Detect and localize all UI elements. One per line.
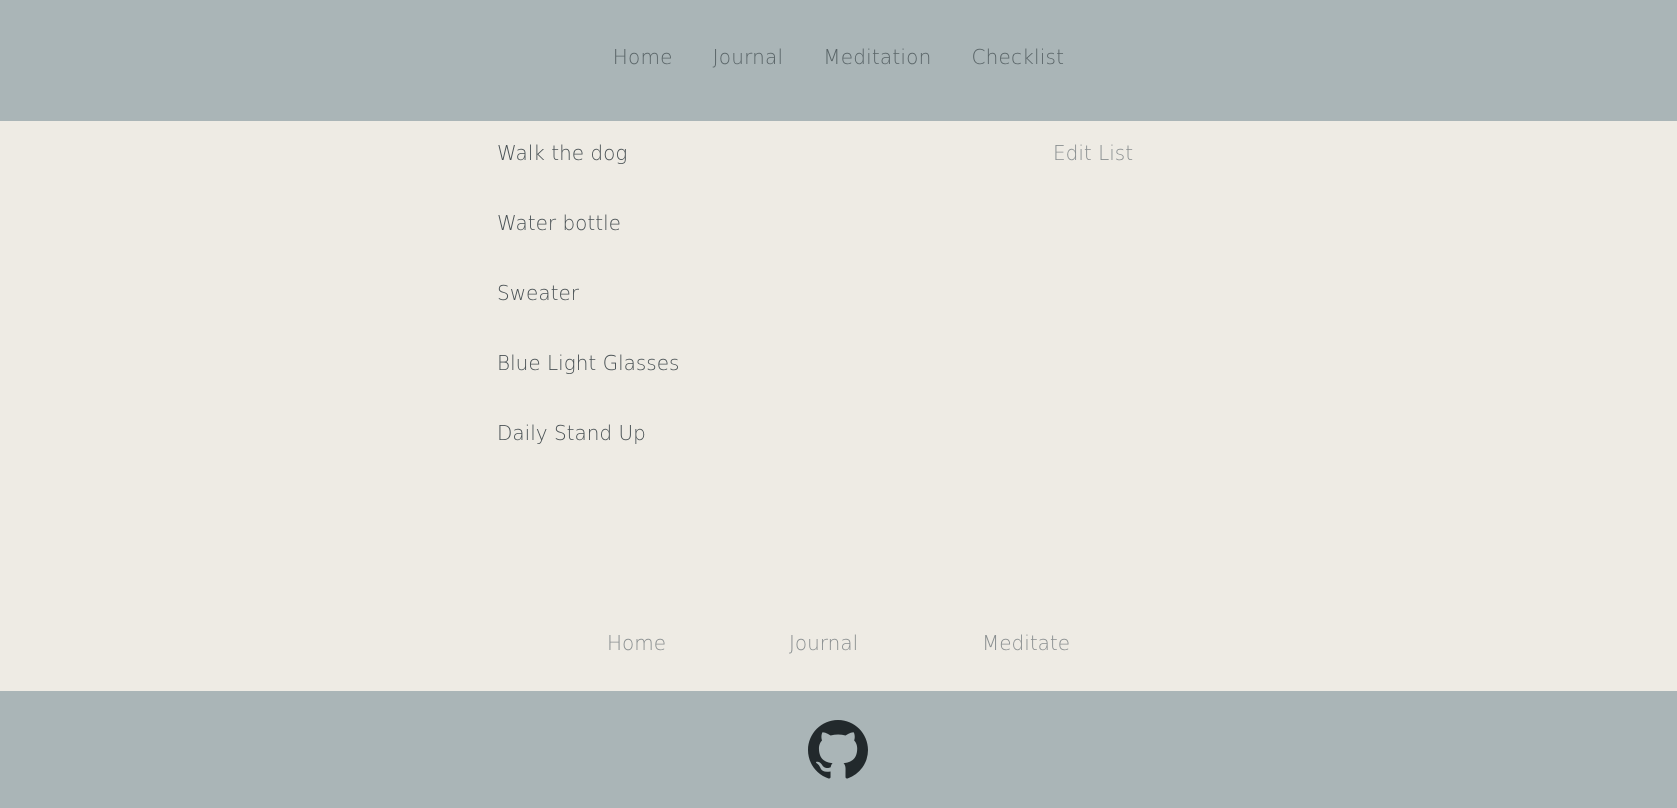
bottom-nav: Home Journal Meditate (0, 631, 1677, 661)
checklist-item[interactable]: Walk the dog (497, 141, 679, 211)
checklist-item[interactable]: Water bottle (497, 211, 679, 281)
checklist-item[interactable]: Blue Light Glasses (497, 351, 679, 421)
bottom-nav-meditate-link[interactable]: Meditate (982, 631, 1070, 655)
checklist-item[interactable]: Daily Stand Up (497, 421, 679, 491)
bottom-nav-home-link[interactable]: Home (607, 631, 666, 655)
edit-list-button[interactable]: Edit List (1053, 141, 1133, 165)
nav-meditation-link[interactable]: Meditation (823, 45, 931, 69)
checklist: Walk the dog Water bottle Sweater Blue L… (497, 141, 679, 491)
footer (0, 691, 1677, 808)
top-header: Home Journal Meditation Checklist (0, 0, 1677, 121)
nav-checklist-link[interactable]: Checklist (971, 45, 1064, 69)
nav-journal-link[interactable]: Journal (713, 45, 784, 69)
checklist-item[interactable]: Sweater (497, 281, 679, 351)
nav-home-link[interactable]: Home (613, 45, 673, 69)
main-content: Walk the dog Water bottle Sweater Blue L… (0, 121, 1677, 691)
github-icon[interactable] (808, 720, 868, 780)
top-nav: Home Journal Meditation Checklist (0, 45, 1677, 69)
bottom-nav-journal-link[interactable]: Journal (789, 631, 858, 655)
